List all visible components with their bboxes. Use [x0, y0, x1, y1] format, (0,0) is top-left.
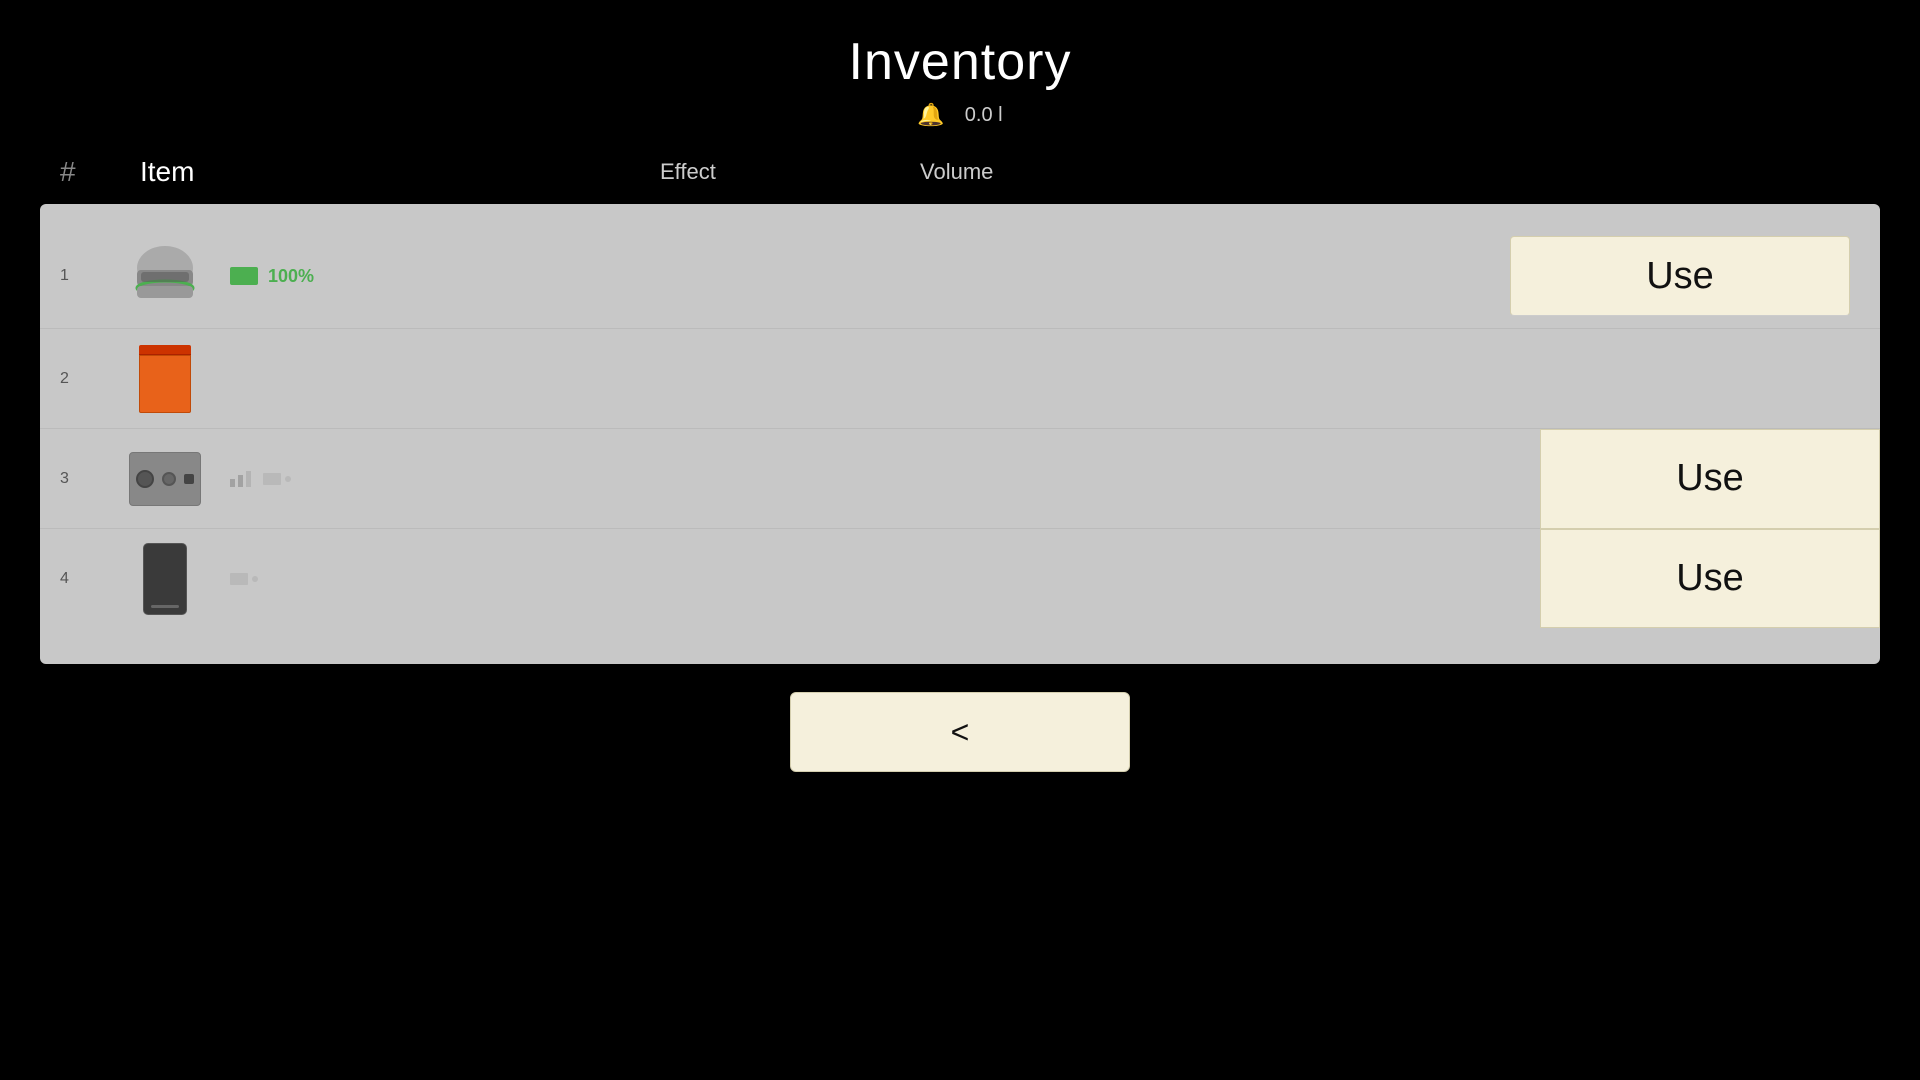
use-button-col-1: Use	[1510, 236, 1850, 316]
back-button[interactable]: <	[790, 692, 1130, 772]
table-row: 1	[40, 224, 1880, 329]
back-button-wrapper: <	[790, 692, 1130, 772]
rows-3-4: 3	[40, 429, 1880, 628]
effect-percent: 100%	[268, 266, 314, 287]
table-row: 2	[40, 329, 1880, 429]
row-1-content: 1	[60, 239, 1510, 314]
header-stats: 🔔 0.0 l	[917, 102, 1002, 128]
helmet-icon	[120, 239, 210, 314]
row-1-effect: 100%	[230, 266, 1510, 287]
header: Inventory 🔔 0.0 l	[0, 0, 1920, 128]
col-item-header: Item	[140, 156, 520, 188]
row-3-content: 3	[60, 441, 1510, 516]
row-number: 2	[60, 370, 120, 388]
row-4-content: 4	[60, 541, 1510, 616]
row-number: 1	[60, 267, 120, 285]
inventory-panel: 1	[40, 204, 1880, 664]
col-volume-header: Volume	[920, 159, 1120, 185]
row-2-content: 2	[60, 341, 1510, 416]
table-row: 3	[40, 429, 1540, 529]
row-number: 3	[60, 470, 120, 488]
stat-value: 0.0 l	[965, 104, 1003, 127]
row-3-effect	[230, 471, 1510, 487]
column-headers: # Item Effect Volume	[0, 128, 1920, 204]
green-bar-icon	[230, 267, 258, 285]
page-wrapper: Inventory 🔔 0.0 l # Item Effect Volume 1	[0, 0, 1920, 1080]
orange-box-icon	[120, 341, 210, 416]
radio-icon	[120, 441, 210, 516]
bell-icon: 🔔	[917, 102, 944, 128]
row-4-effect	[230, 573, 1510, 585]
col-number-header: #	[60, 156, 140, 188]
use-button-4[interactable]: Use	[1540, 529, 1880, 629]
use-button-1[interactable]: Use	[1510, 236, 1850, 316]
phone-icon	[120, 541, 210, 616]
page-title: Inventory	[849, 32, 1072, 92]
col-effect-header: Effect	[660, 159, 860, 185]
rows-3-4-content: 3	[40, 429, 1540, 628]
row-number: 4	[60, 570, 120, 588]
table-row: 4	[40, 529, 1540, 628]
use-buttons-double: Use Use	[1540, 429, 1880, 628]
use-button-3[interactable]: Use	[1540, 429, 1880, 529]
